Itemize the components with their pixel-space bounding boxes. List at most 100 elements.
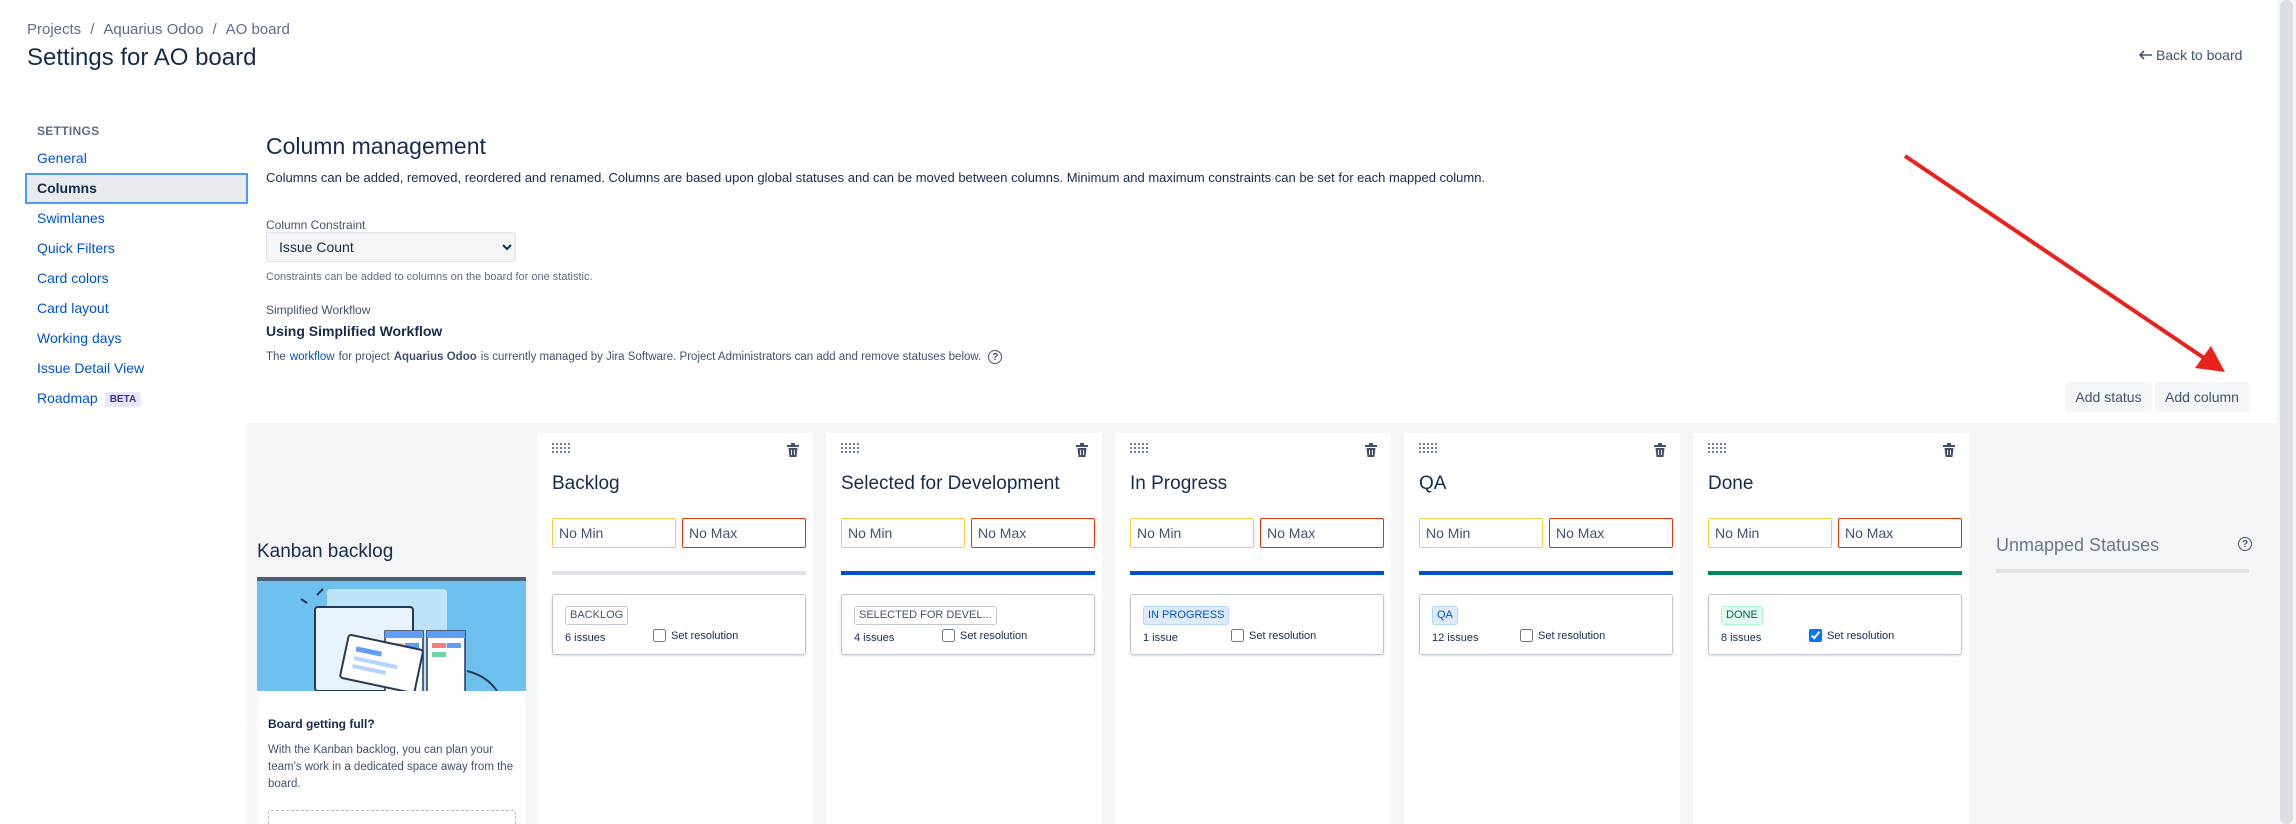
set-resolution[interactable]: Set resolution — [1231, 629, 1316, 642]
unmapped-status-bar — [1996, 569, 2249, 573]
sidebar-item-roadmap[interactable]: Roadmap BETA — [25, 383, 248, 414]
workflow-desc-suffix: is currently managed by Jira Software. P… — [480, 351, 982, 363]
set-resolution-checkbox[interactable] — [942, 629, 955, 642]
max-constraint-input[interactable] — [1838, 518, 1962, 548]
set-resolution-checkbox[interactable] — [1520, 629, 1533, 642]
kanban-card-title: Board getting full? — [268, 717, 375, 731]
column-constraint-label: Column Constraint — [266, 218, 366, 232]
set-resolution[interactable]: Set resolution — [1809, 629, 1894, 642]
column-status-bar — [1419, 571, 1673, 575]
trash-icon[interactable] — [1654, 443, 1666, 457]
column-constraint-select[interactable]: Issue Count — [266, 232, 516, 262]
workflow-project-name: Aquarius Odoo — [393, 351, 477, 363]
workflow-desc-prefix: The — [266, 351, 286, 363]
unmapped-statuses-title: Unmapped Statuses — [1996, 535, 2160, 555]
status-lozenge: DONE — [1721, 606, 1763, 625]
max-constraint-input[interactable] — [971, 518, 1095, 548]
min-constraint-input[interactable] — [1419, 518, 1543, 548]
issue-count: 12 issues — [1432, 632, 1479, 644]
sidebar-item-general[interactable]: General — [25, 143, 248, 174]
board-illustration — [257, 581, 526, 691]
kanban-backlog-title: Kanban backlog — [257, 541, 394, 562]
workflow-title: Using Simplified Workflow — [266, 323, 443, 339]
workflow-link[interactable]: workflow — [290, 351, 335, 363]
drag-handle-icon[interactable] — [1419, 443, 1439, 453]
kanban-dropzone[interactable] — [268, 810, 516, 824]
issue-count: 1 issue — [1143, 632, 1178, 644]
sidebar-item-card-colors[interactable]: Card colors — [25, 263, 248, 294]
column-name[interactable]: Done — [1708, 473, 1753, 495]
breadcrumb-board[interactable]: AO board — [226, 21, 290, 38]
min-constraint-input[interactable] — [552, 518, 676, 548]
sidebar-item-working-days[interactable]: Working days — [25, 323, 248, 354]
min-constraint-input[interactable] — [841, 518, 965, 548]
sidebar-item-card-layout[interactable]: Card layout — [25, 293, 248, 324]
breadcrumb-project[interactable]: Aquarius Odoo — [103, 21, 203, 38]
beta-badge: BETA — [104, 391, 142, 407]
column-status-bar — [841, 571, 1095, 575]
issue-count: 8 issues — [1721, 632, 1762, 644]
drag-handle-icon[interactable] — [841, 443, 861, 453]
status-lozenge: QA — [1432, 606, 1458, 625]
help-icon[interactable]: ? — [2238, 537, 2252, 551]
status-lozenge: BACKLOG — [565, 606, 629, 625]
set-resolution-checkbox[interactable] — [1231, 629, 1244, 642]
add-column-button[interactable]: Add column — [2155, 382, 2249, 412]
sidebar-item-columns[interactable]: Columns — [25, 173, 248, 204]
drag-handle-icon[interactable] — [552, 443, 572, 453]
drag-handle-icon[interactable] — [1130, 443, 1150, 453]
set-resolution-checkbox[interactable] — [653, 629, 666, 642]
trash-icon[interactable] — [1365, 443, 1377, 457]
status-card[interactable]: IN PROGRESS 1 issue Set resolution — [1130, 594, 1384, 655]
set-resolution-label: Set resolution — [671, 629, 739, 642]
status-card[interactable]: SELECTED FOR DEVEL... 4 issues Set resol… — [841, 594, 1095, 655]
status-lozenge: SELECTED FOR DEVEL... — [854, 606, 997, 625]
column-name[interactable]: QA — [1419, 473, 1446, 495]
breadcrumb-projects[interactable]: Projects — [27, 21, 81, 38]
min-constraint-input[interactable] — [1130, 518, 1254, 548]
set-resolution-checkbox[interactable] — [1809, 629, 1822, 642]
red-arrow-icon — [1903, 154, 2225, 372]
set-resolution-label: Set resolution — [1249, 629, 1317, 642]
column-status-bar — [1708, 571, 1962, 575]
trash-icon[interactable] — [1076, 443, 1088, 457]
set-resolution[interactable]: Set resolution — [942, 629, 1027, 642]
workflow-desc-middle: for project — [338, 351, 390, 363]
workflow-description: The workflow for project Aquarius Odoo i… — [266, 350, 1003, 364]
scrollbar-thumb[interactable] — [2280, 0, 2293, 824]
max-constraint-input[interactable] — [1260, 518, 1384, 548]
status-card[interactable]: DONE 8 issues Set resolution — [1708, 594, 1962, 655]
column-name[interactable]: Selected for Development — [841, 473, 1060, 495]
breadcrumb: Projects / Aquarius Odoo / AO board — [27, 21, 290, 38]
sidebar-item-quick-filters[interactable]: Quick Filters — [25, 233, 248, 264]
set-resolution[interactable]: Set resolution — [1520, 629, 1605, 642]
set-resolution[interactable]: Set resolution — [653, 629, 738, 642]
board-column: Selected for Development SELECTED FOR DE… — [826, 433, 1102, 824]
min-constraint-input[interactable] — [1708, 518, 1832, 548]
sidebar-item-swimlanes[interactable]: Swimlanes — [25, 203, 248, 234]
kanban-card-text: With the Kanban backlog, you can plan yo… — [268, 744, 514, 790]
board-column: Done DONE 8 issues Set resolution — [1693, 433, 1969, 824]
back-to-board-link[interactable]: Back to board — [2139, 47, 2242, 63]
board-column: QA QA 12 issues Set resolution — [1404, 433, 1680, 824]
sidebar-item-issue-detail-view[interactable]: Issue Detail View — [25, 353, 248, 384]
page-title: Settings for AO board — [27, 44, 257, 71]
issue-count: 6 issues — [565, 632, 606, 644]
column-status-bar — [552, 571, 806, 575]
max-constraint-input[interactable] — [1549, 518, 1673, 548]
column-name[interactable]: In Progress — [1130, 473, 1227, 495]
status-card[interactable]: QA 12 issues Set resolution — [1419, 594, 1673, 655]
trash-icon[interactable] — [1943, 443, 1955, 457]
section-title: Column management — [266, 133, 486, 159]
column-name[interactable]: Backlog — [552, 473, 620, 495]
board-column: In Progress IN PROGRESS 1 issue Set reso… — [1115, 433, 1391, 824]
arrow-left-icon — [2139, 50, 2152, 60]
drag-handle-icon[interactable] — [1708, 443, 1728, 453]
breadcrumb-separator: / — [212, 21, 217, 38]
add-status-button[interactable]: Add status — [2065, 382, 2152, 412]
max-constraint-input[interactable] — [682, 518, 806, 548]
column-status-bar — [1130, 571, 1384, 575]
status-card[interactable]: BACKLOG 6 issues Set resolution — [552, 594, 806, 655]
help-icon[interactable]: ? — [988, 350, 1003, 364]
trash-icon[interactable] — [787, 443, 799, 457]
